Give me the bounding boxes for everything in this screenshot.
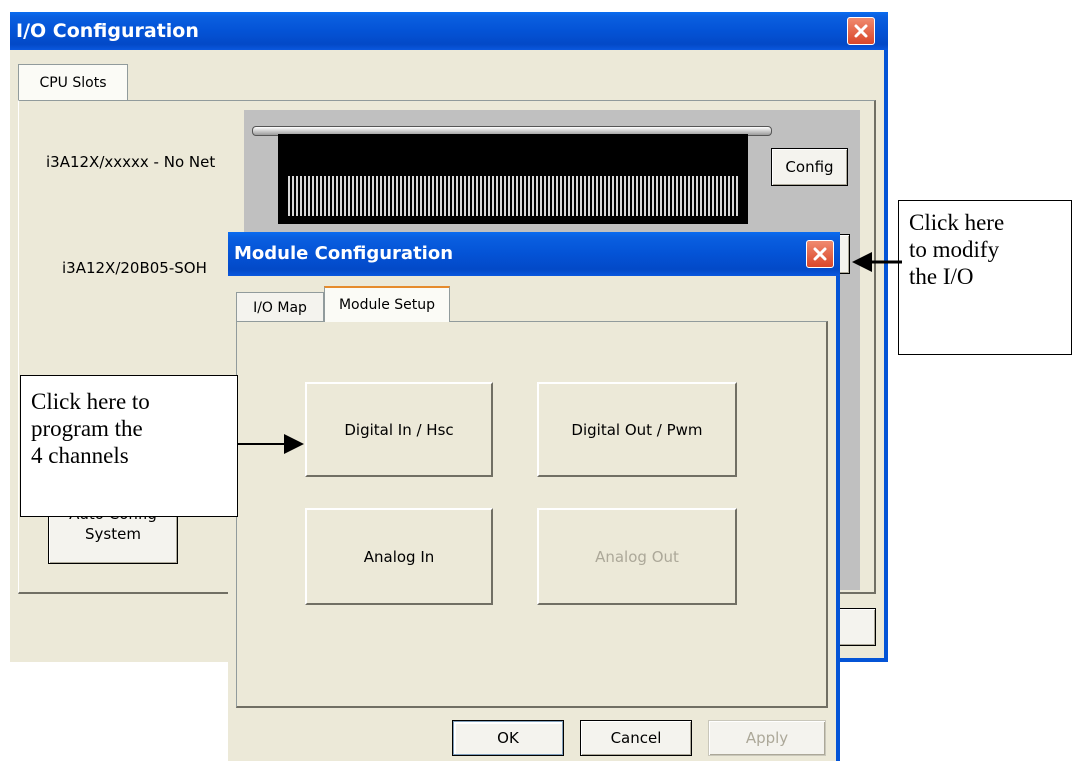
module-config-title: Module Configuration	[234, 243, 454, 264]
io-config-right-border	[884, 50, 888, 662]
analog-in-button[interactable]: Analog In	[305, 508, 493, 605]
io-config-title: I/O Configuration	[16, 20, 199, 42]
digital-in-hsc-button[interactable]: Digital In / Hsc	[305, 382, 493, 477]
io-config-close-button[interactable]	[847, 17, 875, 45]
arrow-to-module-config-icon	[852, 252, 902, 272]
close-icon	[813, 247, 827, 261]
apply-button[interactable]: Apply	[708, 720, 826, 756]
ok-button[interactable]: OK	[452, 720, 564, 756]
callout-program-channels: Click here to program the 4 channels	[20, 375, 238, 517]
callout-modify-io: Click here to modify the I/O	[898, 200, 1072, 355]
close-icon	[854, 24, 868, 38]
tab-module-setup[interactable]: Module Setup	[324, 286, 450, 322]
controller-image	[278, 134, 748, 224]
analog-out-button[interactable]: Analog Out	[537, 508, 737, 605]
controller-connector	[288, 176, 738, 216]
arrow-to-digital-in-icon	[238, 434, 304, 454]
digital-out-pwm-button[interactable]: Digital Out / Pwm	[537, 382, 737, 477]
slot-label-1: i3A12X/xxxxx - No Net	[46, 153, 216, 171]
cancel-button[interactable]: Cancel	[580, 720, 692, 756]
tab-cpu-slots[interactable]: CPU Slots	[18, 64, 128, 100]
module-config-titlebar[interactable]: Module Configuration	[228, 232, 840, 276]
io-config-titlebar[interactable]: I/O Configuration	[10, 12, 888, 50]
module-config-close-button[interactable]	[806, 240, 834, 268]
tab-io-map[interactable]: I/O Map	[236, 292, 324, 322]
slot-label-2: i3A12X/20B05-SOH	[62, 259, 207, 277]
module-config-right-border	[836, 276, 840, 761]
config-button[interactable]: Config	[771, 148, 848, 186]
